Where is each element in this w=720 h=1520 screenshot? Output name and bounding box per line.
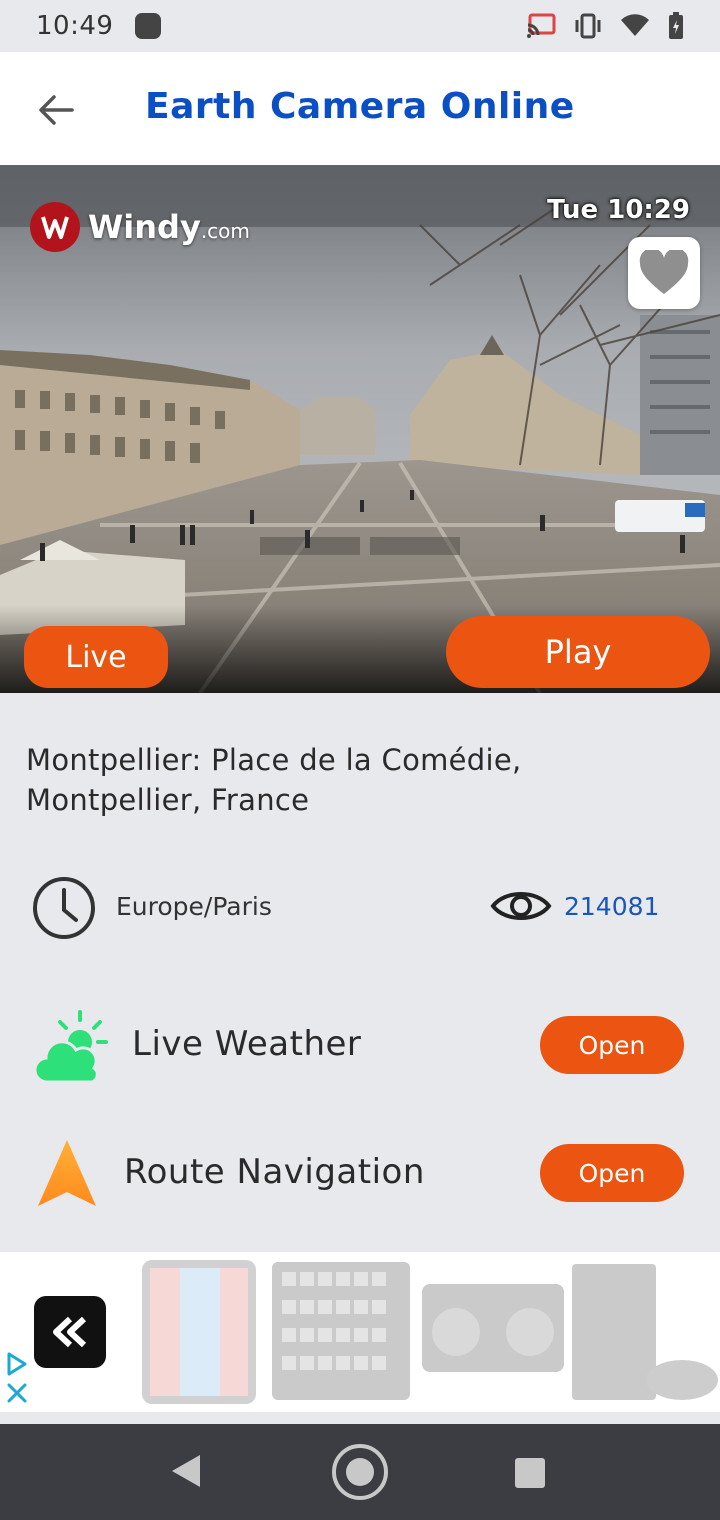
status-icons [526, 12, 684, 40]
timezone-label: Europe/Paris [116, 892, 272, 921]
nav-home-icon[interactable] [330, 1442, 390, 1502]
favorite-button[interactable] [628, 237, 700, 309]
camera-view[interactable]: Windy.com Tue 10:29 Live Play [0, 165, 720, 693]
cast-icon [527, 13, 556, 38]
ad-back-icon [53, 1316, 87, 1348]
nav-back-icon[interactable] [168, 1452, 204, 1490]
vibrate-icon [575, 13, 601, 39]
app-bar: Earth Camera Online [0, 52, 720, 165]
route-navigation-open-button[interactable]: Open [540, 1144, 684, 1202]
ad-back-button[interactable] [34, 1296, 106, 1368]
windy-brand-text: Windy.com [88, 208, 250, 246]
status-time: 10:49 [36, 11, 114, 41]
notification-icon [135, 13, 162, 39]
ad-banner[interactable] [0, 1252, 720, 1412]
ad-tablet-image [142, 1260, 256, 1404]
route-navigation-row: Route Navigation Open [0, 1134, 720, 1214]
status-bar: 10:49 [0, 0, 720, 52]
clock-icon [33, 877, 95, 939]
navigation-arrow-icon [38, 1140, 96, 1206]
battery-icon [669, 12, 683, 39]
system-nav-bar [0, 1424, 720, 1520]
wifi-icon [621, 14, 649, 36]
live-weather-open-button[interactable]: Open [540, 1016, 684, 1074]
ad-console-image [572, 1264, 718, 1400]
heart-icon [639, 250, 689, 294]
camera-timestamp: Tue 10:29 [547, 195, 690, 225]
ad-dj-controller-image [422, 1284, 564, 1372]
route-navigation-label: Route Navigation [124, 1152, 425, 1192]
ad-choices-icon[interactable] [6, 1352, 28, 1376]
windy-logo-icon [30, 202, 80, 252]
windy-logo: Windy.com [30, 202, 250, 252]
play-button[interactable]: Play [446, 616, 710, 688]
nav-recents-icon[interactable] [514, 1457, 546, 1489]
ad-close-icon[interactable] [6, 1382, 28, 1404]
view-count: 214081 [564, 892, 660, 921]
back-button[interactable] [28, 82, 84, 138]
windy-brand-suffix: .com [200, 219, 250, 243]
back-arrow-icon [39, 95, 74, 125]
weather-icon [34, 1010, 108, 1082]
location-title: Montpellier: Place de la Comédie, Montpe… [26, 743, 522, 817]
ad-pad-controller-image [272, 1262, 410, 1400]
windy-brand-name: Windy [88, 208, 201, 246]
camera-info-row: Europe/Paris 214081 [0, 874, 720, 940]
live-badge: Live [24, 626, 168, 688]
page-title: Earth Camera Online [145, 86, 575, 127]
eye-icon [490, 892, 552, 920]
live-weather-label: Live Weather [132, 1024, 362, 1064]
live-weather-row: Live Weather Open [0, 1006, 720, 1086]
